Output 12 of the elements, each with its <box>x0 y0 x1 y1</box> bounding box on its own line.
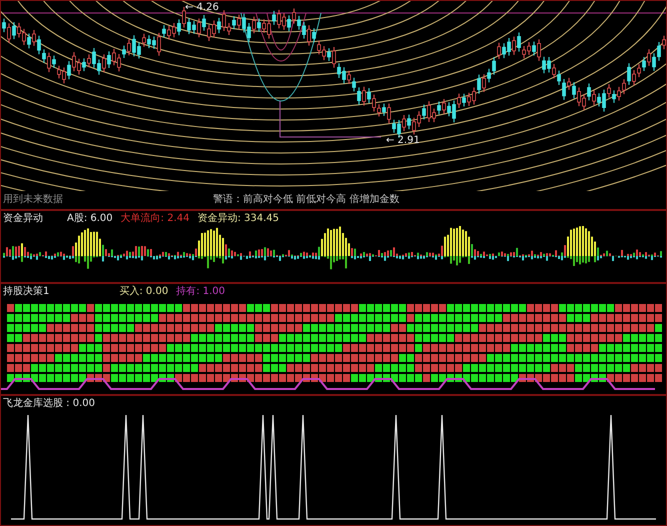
indicator-reading: 资金异动: 334.45 <box>197 212 280 226</box>
future-data-note: 用到未来数据 <box>3 192 63 207</box>
indicator-reading: 持有: 1.00 <box>176 284 226 299</box>
panel-title: 持股决策1 <box>3 284 50 299</box>
low-price-label: ← 2.91 <box>386 135 420 146</box>
chart-caption: 警语：前高对今低 前低对今高 倍增加金数 <box>213 192 400 207</box>
panel-title: 资金异动 <box>3 212 43 226</box>
panel-title: 飞龙金库选股 : 0.00 <box>3 398 95 409</box>
indicator-reading: 大单流向: 2.44 <box>120 212 190 226</box>
high-price-label: ← 4.26 <box>185 2 219 13</box>
indicator-reading: 买入: 0.00 <box>119 284 168 299</box>
indicator-reading: A股: 6.00 <box>67 212 113 226</box>
